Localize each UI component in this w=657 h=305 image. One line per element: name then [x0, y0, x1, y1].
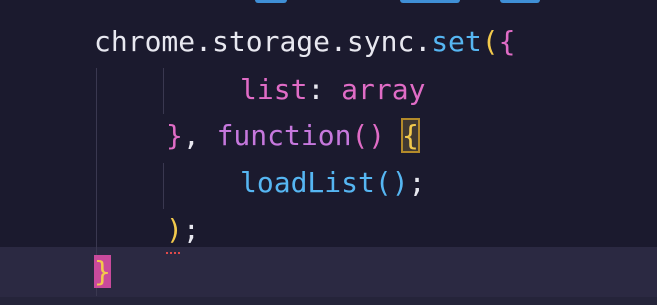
code-token: (): [374, 166, 409, 199]
code-token: }: [166, 119, 183, 152]
code-token: set: [431, 25, 482, 58]
code-token: ;: [182, 213, 200, 246]
code-token: {: [401, 118, 420, 153]
cutoff-previous-line: [0, 0, 657, 7]
code-token: function: [216, 119, 352, 152]
code-line[interactable]: );: [0, 206, 657, 254]
code-token: ): [166, 213, 183, 246]
code-line[interactable]: loadList();: [0, 159, 657, 207]
code-editor[interactable]: chrome.storage.sync.set({ list: array },…: [0, 0, 657, 305]
code-line[interactable]: list: array: [0, 66, 657, 114]
code-token: loadList: [240, 166, 375, 199]
code-token: sync: [346, 25, 415, 58]
code-token: :: [307, 73, 342, 106]
code-token: .: [195, 25, 213, 58]
code-token: .: [330, 25, 347, 58]
code-token: (): [351, 119, 386, 152]
code-token: ;: [408, 166, 426, 199]
code-token: storage: [212, 25, 331, 58]
code-line[interactable]: }, function() {: [0, 112, 657, 160]
code-line[interactable]: }: [0, 248, 657, 296]
code-token: chrome: [94, 25, 196, 58]
code-token: {: [498, 25, 516, 58]
error-squiggle: [166, 248, 180, 254]
code-token: }: [94, 255, 111, 288]
code-token: (: [481, 25, 499, 58]
editor-bottom-edge: [0, 297, 657, 305]
code-token: array: [341, 73, 426, 106]
code-token: ,: [182, 119, 217, 152]
code-token: list: [240, 73, 308, 106]
code-token: .: [414, 25, 432, 58]
code-line[interactable]: chrome.storage.sync.set({: [0, 18, 657, 66]
